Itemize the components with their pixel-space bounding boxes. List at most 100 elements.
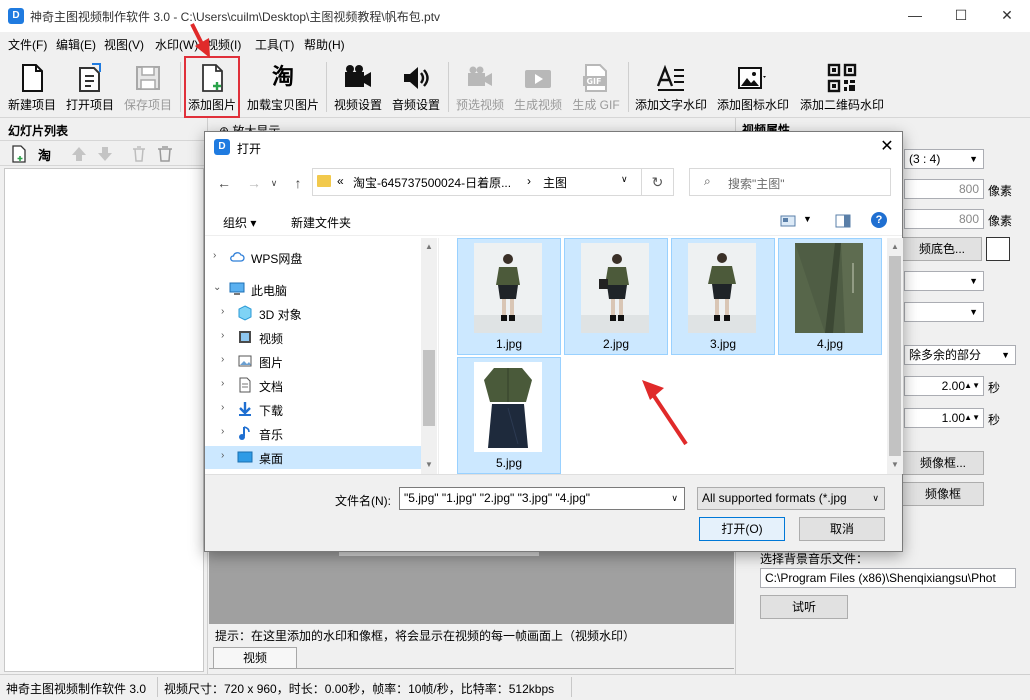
- move-down-icon[interactable]: [96, 145, 114, 163]
- scroll-down-icon[interactable]: ▼: [891, 460, 899, 469]
- add-text-watermark-label: 添加文字水印: [634, 98, 707, 112]
- chevron-down-icon[interactable]: ∨: [671, 488, 678, 509]
- file-scroll-thumb[interactable]: [889, 256, 901, 456]
- file-item[interactable]: 1.jpg: [457, 238, 561, 355]
- background-color-button[interactable]: 频底色...: [902, 237, 982, 261]
- address-bar[interactable]: « 淘宝-645737500024-日着原... › 主图 ∨: [312, 168, 642, 196]
- up-arrow-icon[interactable]: ↑: [289, 174, 307, 192]
- address-dropdown-icon[interactable]: ∨: [621, 174, 628, 185]
- help-icon[interactable]: ?: [871, 212, 887, 228]
- clear-all-icon[interactable]: [156, 145, 174, 163]
- view-mode-icon[interactable]: [780, 214, 796, 228]
- back-arrow-icon[interactable]: ←: [215, 174, 233, 192]
- breadcrumb-overflow[interactable]: «: [337, 174, 344, 188]
- open-project-button[interactable]: 打开项目: [63, 58, 117, 116]
- new-project-button[interactable]: 新建项目: [4, 58, 60, 116]
- open-button[interactable]: 打开(O): [699, 517, 785, 541]
- listen-button[interactable]: 试听: [760, 595, 848, 619]
- file-item[interactable]: 5.jpg: [457, 357, 561, 474]
- option-select-1[interactable]: ▼: [904, 271, 984, 291]
- add-image-watermark-button[interactable]: 添加图标水印: [714, 58, 792, 116]
- maximize-button[interactable]: ☐: [938, 0, 984, 32]
- add-image-watermark-label: 添加图标水印: [716, 98, 789, 112]
- taobao-slide-icon[interactable]: 淘: [38, 145, 51, 164]
- nav-scrollbar[interactable]: ▲ ▼: [421, 238, 437, 474]
- view-dropdown-icon[interactable]: ▼: [803, 214, 812, 224]
- duration-unit-2: 秒: [988, 413, 1001, 427]
- chevron-right-icon: ›: [221, 306, 225, 317]
- forward-arrow-icon[interactable]: →: [245, 174, 263, 192]
- filename-label: 文件名(N):: [335, 494, 391, 508]
- aspect-ratio-select[interactable]: (3 : 4) ▼: [904, 149, 984, 169]
- file-item[interactable]: 2.jpg: [564, 238, 668, 355]
- breadcrumb-folder[interactable]: 淘宝-645737500024-日着原...: [353, 174, 511, 191]
- option-select-2[interactable]: ▼: [904, 302, 984, 322]
- tree-item-wps[interactable]: › WPS网盘: [205, 246, 427, 269]
- menu-tools[interactable]: 工具(T): [255, 36, 294, 53]
- tree-item-pictures[interactable]: › 图片: [205, 350, 427, 373]
- audio-settings-button[interactable]: 音频设置: [388, 58, 444, 116]
- toolbar-separator: [326, 62, 327, 112]
- chevron-right-icon: ›: [213, 250, 217, 261]
- menu-view[interactable]: 视图(V): [104, 36, 144, 53]
- filename-input[interactable]: "5.jpg" "1.jpg" "2.jpg" "3.jpg" "4.jpg" …: [399, 487, 685, 510]
- new-folder-button[interactable]: 新建文件夹: [291, 214, 351, 231]
- save-project-button[interactable]: 保存项目: [120, 58, 176, 116]
- music-path-input[interactable]: C:\Program Files (x86)\Shenqixiangsu\Pho…: [760, 568, 1016, 588]
- tree-item-documents[interactable]: › 文档: [205, 374, 427, 397]
- dialog-close-button[interactable]: ✕: [873, 135, 901, 159]
- height-input[interactable]: 800: [904, 209, 984, 229]
- file-list-scrollbar[interactable]: ▲ ▼: [887, 238, 903, 474]
- menu-file[interactable]: 文件(F): [8, 36, 47, 53]
- tab-video[interactable]: 视频: [213, 647, 297, 669]
- preview-video-button[interactable]: 预选视频: [452, 58, 508, 116]
- clothing-flatlay-thumbnail: [474, 362, 542, 452]
- tree-item-this-pc[interactable]: ⌄ 此电脑: [205, 278, 427, 301]
- search-input[interactable]: ⌕ 搜索"主图": [689, 168, 891, 196]
- window-title: 神奇主图视频制作软件 3.0 - C:\Users\cuilm\Desktop\…: [30, 10, 441, 24]
- slides-list[interactable]: [4, 168, 204, 672]
- video-frame-remove-button[interactable]: 频像框: [902, 482, 984, 506]
- background-color-swatch[interactable]: [986, 237, 1010, 261]
- tree-item-downloads[interactable]: › 下载: [205, 398, 427, 421]
- file-item[interactable]: 4.jpg: [778, 238, 882, 355]
- video-settings-button[interactable]: 视频设置: [330, 58, 386, 116]
- menu-help[interactable]: 帮助(H): [304, 36, 345, 53]
- duration-input-1[interactable]: 2.00 ▲▼: [904, 376, 984, 396]
- breadcrumb-current[interactable]: 主图: [543, 174, 567, 191]
- chevron-right-icon: ›: [221, 402, 225, 413]
- add-image-button[interactable]: 添加图片: [184, 56, 240, 118]
- add-slide-icon[interactable]: [10, 145, 28, 163]
- duration-input-2[interactable]: 1.00 ▲▼: [904, 408, 984, 428]
- model-photo-thumbnail: [581, 243, 649, 333]
- close-button[interactable]: ✕: [984, 0, 1030, 32]
- scroll-down-icon[interactable]: ▼: [425, 460, 433, 469]
- scroll-up-icon[interactable]: ▲: [425, 242, 433, 251]
- add-qrcode-watermark-button[interactable]: 添加二维码水印: [796, 58, 888, 116]
- move-up-icon[interactable]: [70, 145, 88, 163]
- add-text-watermark-button[interactable]: 添加文字水印: [632, 58, 710, 116]
- load-taobao-images-button[interactable]: 淘 加载宝贝图片: [244, 58, 322, 116]
- nav-scroll-thumb[interactable]: [423, 350, 435, 426]
- recent-chevron-icon[interactable]: ∨: [265, 174, 283, 192]
- trim-mode-select[interactable]: 除多余的部分 ▼: [904, 345, 1016, 365]
- generate-gif-button[interactable]: GIF 生成 GIF: [568, 58, 624, 116]
- cancel-button[interactable]: 取消: [799, 517, 885, 541]
- refresh-icon[interactable]: ↻: [642, 168, 674, 196]
- scroll-up-icon[interactable]: ▲: [891, 242, 899, 251]
- tree-item-desktop[interactable]: › 桌面: [205, 446, 421, 469]
- tree-item-music[interactable]: › 音乐: [205, 422, 427, 445]
- delete-icon[interactable]: [130, 145, 148, 163]
- preview-pane-icon[interactable]: [835, 214, 851, 228]
- file-item[interactable]: 3.jpg: [671, 238, 775, 355]
- video-frame-button[interactable]: 频像框...: [902, 451, 984, 475]
- title-bar: D 神奇主图视频制作软件 3.0 - C:\Users\cuilm\Deskto…: [0, 0, 1030, 32]
- organize-button[interactable]: 组织 ▾: [223, 214, 256, 231]
- minimize-button[interactable]: —: [892, 0, 938, 32]
- generate-video-button[interactable]: 生成视频: [510, 58, 566, 116]
- menu-edit[interactable]: 编辑(E): [56, 36, 96, 53]
- tree-item-videos[interactable]: › 视频: [205, 326, 427, 349]
- filetype-select[interactable]: All supported formats (*.jpg ∨: [697, 487, 885, 510]
- tree-item-3d-objects[interactable]: › 3D 对象: [205, 302, 427, 325]
- width-input[interactable]: 800: [904, 179, 984, 199]
